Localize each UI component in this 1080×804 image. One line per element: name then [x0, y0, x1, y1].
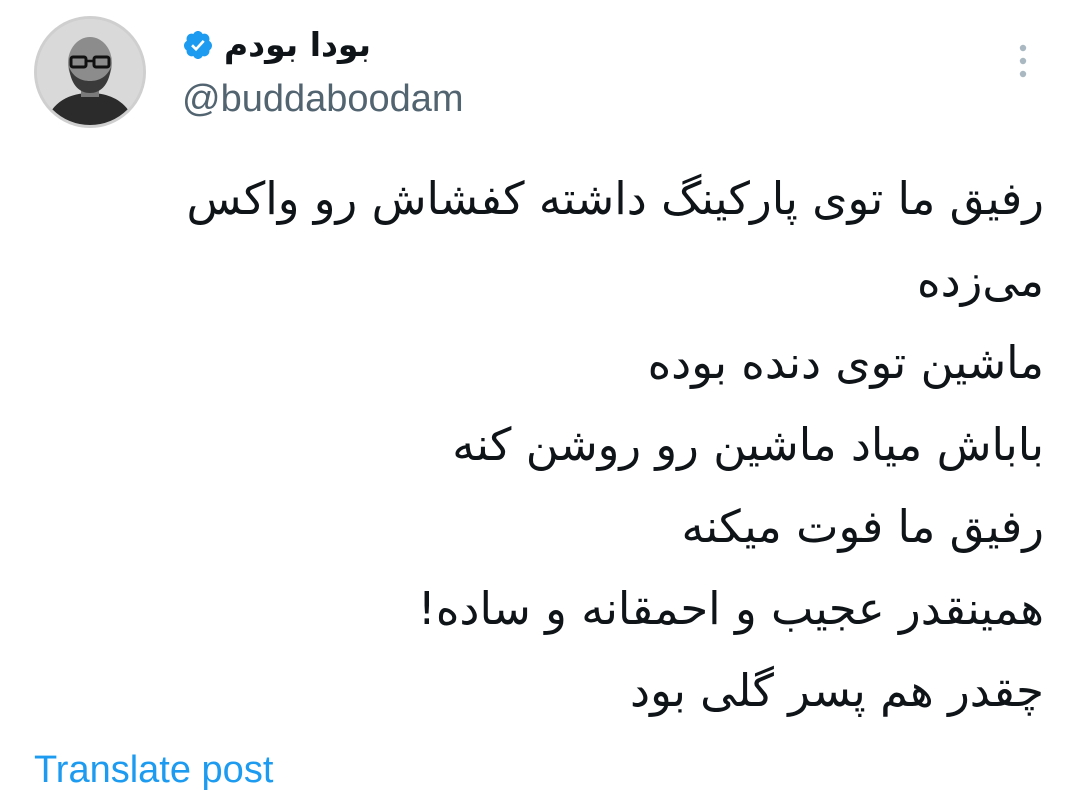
- post-line: همینقدر عجیب و احمقانه و ساده!: [417, 582, 1044, 635]
- author-name-row[interactable]: بودا بودم: [182, 22, 371, 68]
- avatar-photo-icon: [37, 19, 143, 125]
- avatar[interactable]: [34, 16, 146, 128]
- more-vertical-icon[interactable]: [1010, 42, 1036, 82]
- post-text: رفیق ما توی پارکینگ داشته کفشاش رو واکس …: [114, 158, 1044, 732]
- author-handle[interactable]: @buddaboodam: [182, 74, 464, 124]
- tweet-card: بودا بودم @buddaboodam رفیق ما توی پارکی…: [0, 0, 1080, 804]
- verified-badge-icon: [182, 29, 214, 61]
- translate-post-link[interactable]: Translate post: [34, 744, 273, 796]
- post-line: رفیق ما فوت میکنه: [681, 500, 1044, 553]
- post-line: چقدر هم پسر گلی بود: [630, 664, 1044, 717]
- author-display-name[interactable]: بودا بودم: [224, 22, 371, 68]
- post-line: ماشین توی دنده بوده: [647, 336, 1044, 389]
- post-line: رفیق ما توی پارکینگ داشته کفشاش رو واکس …: [186, 172, 1044, 307]
- post-line: باباش میاد ماشین رو روشن کنه: [452, 418, 1044, 471]
